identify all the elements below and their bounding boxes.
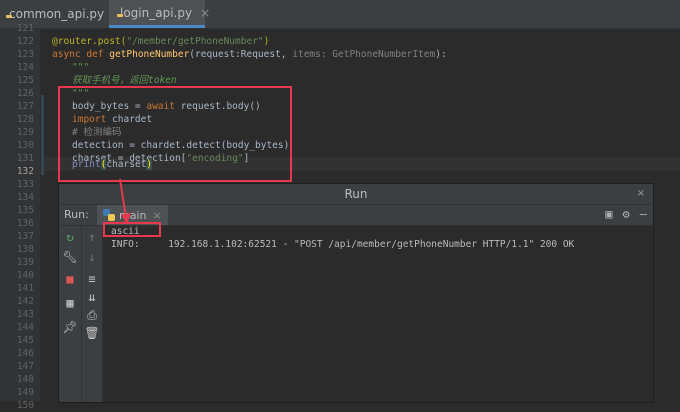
code-line-122: @router.post("/member/getPhoneNumber") xyxy=(52,36,269,48)
line-number: 150 xyxy=(16,400,34,411)
decorator: @router.post( xyxy=(52,36,127,47)
run-toolbar-primary: ↻ 🔧︎ ■ ▦ 📌︎ xyxy=(59,226,82,402)
run-label: Run: xyxy=(64,208,89,221)
keyword: def xyxy=(80,49,110,60)
line-number: 146 xyxy=(16,348,34,359)
run-title-text: Run xyxy=(344,187,368,201)
line-number: 137 xyxy=(16,231,34,242)
line-number: 142 xyxy=(16,296,34,307)
down-arrow-icon[interactable]: ↓ xyxy=(81,248,103,266)
stop-icon[interactable]: ■ xyxy=(59,270,81,288)
run-toolbar-secondary: ↑ ↓ ≡ ⇊ ⎙ 🗑︎ xyxy=(82,226,103,402)
trash-icon[interactable]: 🗑︎ xyxy=(81,324,103,342)
line-number: 145 xyxy=(16,335,34,346)
function-name: getPhoneNumber xyxy=(109,49,190,60)
line-number: 136 xyxy=(16,218,34,229)
run-header-actions: ▣ ⚙ — xyxy=(605,207,647,221)
line-number: 143 xyxy=(16,309,34,320)
line-number: 130 xyxy=(16,140,34,151)
code-highlight-box xyxy=(58,86,292,182)
line-number: 140 xyxy=(16,270,34,281)
python-icon xyxy=(103,209,115,221)
line-number: 127 xyxy=(16,101,34,112)
layout-icon[interactable]: ▣ xyxy=(605,207,612,221)
line-number: 123 xyxy=(16,49,34,60)
line-number: 138 xyxy=(16,244,34,255)
line-number: 131 xyxy=(16,153,34,164)
decorator-end: ) xyxy=(263,36,270,47)
close-icon[interactable]: × xyxy=(152,209,161,222)
annotation-arrow xyxy=(119,178,131,224)
code-line-124: """ xyxy=(72,62,90,73)
param-hint: items: GetPhoneNumberItem xyxy=(292,49,436,60)
line-number-gutter: 121 122 123 124 125 126 127 128 129 130 … xyxy=(0,23,40,411)
string-literal: "/member/getPhoneNumber" xyxy=(126,36,264,47)
console-output[interactable]: ascii INFO: 192.168.1.102:62521 - "POST … xyxy=(103,226,651,402)
line-number: 126 xyxy=(16,88,34,99)
gear-icon[interactable]: ⚙ xyxy=(623,207,630,221)
wrench-icon[interactable]: 🔧︎ xyxy=(59,248,81,266)
print-icon[interactable]: ⎙ xyxy=(81,306,103,324)
params-end: ): xyxy=(435,49,447,60)
minimize-icon[interactable]: — xyxy=(640,207,647,221)
line-number: 141 xyxy=(16,283,34,294)
arrow-line xyxy=(119,178,127,219)
tab-label: common_api.py xyxy=(9,7,105,21)
scroll-to-end-icon[interactable]: ⇊ xyxy=(81,288,103,306)
close-icon[interactable]: × xyxy=(637,184,645,204)
line-number: 121 xyxy=(16,23,34,34)
line-number: 129 xyxy=(16,127,34,138)
arrow-head xyxy=(121,213,131,224)
params: (request:Request, xyxy=(189,49,293,60)
layout-grid-icon[interactable]: ▦ xyxy=(59,294,81,312)
run-tool-window: Run × Run: main × ▣ ⚙ — ↻ 🔧︎ ■ ▦ 📌︎ ↑ ↓ … xyxy=(58,183,654,403)
line-number: 124 xyxy=(16,62,34,73)
line-number: 139 xyxy=(16,257,34,268)
line-number-current: 132 xyxy=(16,166,34,177)
line-number: 133 xyxy=(16,179,34,190)
line-number: 149 xyxy=(16,387,34,398)
soft-wrap-icon[interactable]: ≡ xyxy=(81,270,103,288)
line-number: 135 xyxy=(16,205,34,216)
rerun-icon[interactable]: ↻ xyxy=(59,228,81,246)
line-number: 134 xyxy=(16,192,34,203)
code-line-123: async def getPhoneNumber(request:Request… xyxy=(52,49,447,61)
line-number: 122 xyxy=(16,36,34,47)
line-number: 148 xyxy=(16,374,34,385)
line-number: 128 xyxy=(16,114,34,125)
up-arrow-icon[interactable]: ↑ xyxy=(81,228,103,246)
run-window-title: Run × xyxy=(59,184,653,205)
tab-login-api[interactable]: login_api.py × xyxy=(109,0,210,28)
line-number: 144 xyxy=(16,322,34,333)
close-icon[interactable]: × xyxy=(200,6,210,20)
editor-tab-bar: common_api.py × login_api.py × xyxy=(0,0,680,29)
console-line: INFO: 192.168.1.102:62521 - "POST /api/m… xyxy=(111,239,575,250)
keyword: async xyxy=(52,49,81,60)
tab-label: login_api.py xyxy=(120,5,193,20)
pin-icon[interactable]: 📌︎ xyxy=(59,318,81,336)
line-number: 125 xyxy=(16,75,34,86)
line-number: 147 xyxy=(16,361,34,372)
